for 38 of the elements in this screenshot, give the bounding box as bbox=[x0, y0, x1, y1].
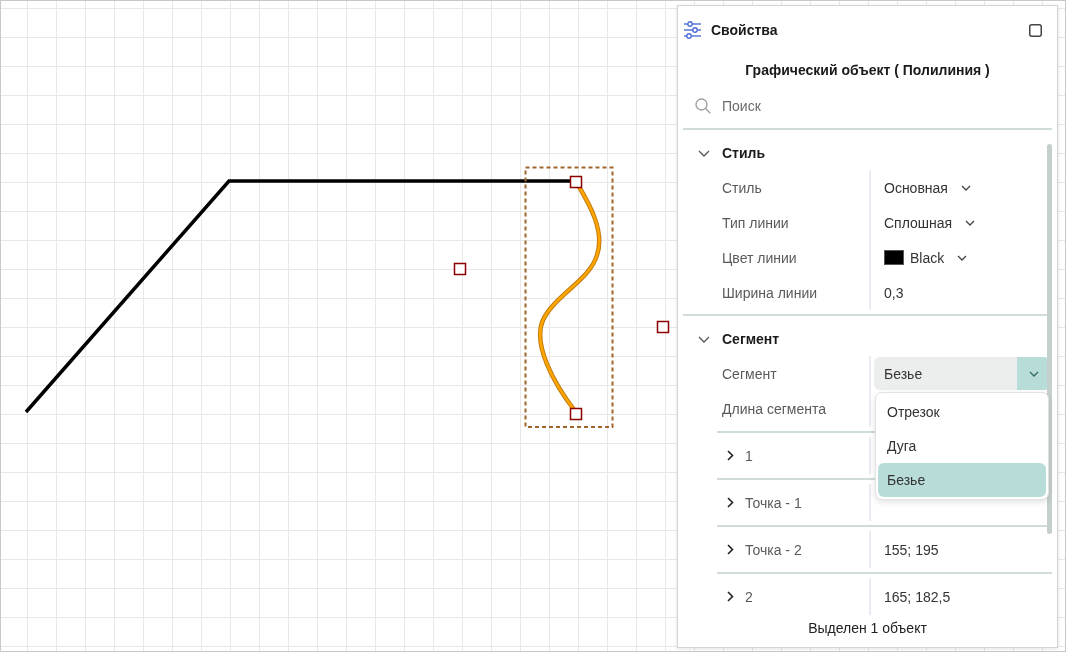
object-title: Графический объект ( Полилиния ) bbox=[744, 61, 991, 80]
property-label: Стиль bbox=[722, 178, 763, 198]
expandable-row[interactable]: Точка - 1 bbox=[717, 480, 869, 525]
caret-down-icon bbox=[957, 254, 968, 261]
section-header[interactable]: Сегмент bbox=[678, 322, 780, 356]
expandable-row[interactable]: Точка - 2 bbox=[717, 527, 869, 572]
property-label: Ширина линии bbox=[722, 283, 819, 303]
caret-down-icon bbox=[965, 219, 976, 226]
color-dropdown[interactable]: Black bbox=[884, 249, 968, 266]
property-label: Длина сегмента bbox=[722, 399, 827, 419]
point-handle[interactable] bbox=[656, 320, 670, 334]
sliders-icon bbox=[683, 21, 702, 39]
caret-down-icon bbox=[1028, 370, 1039, 377]
expandable-row[interactable]: 1 bbox=[717, 433, 869, 478]
search-field[interactable]: Поиск bbox=[722, 96, 1049, 116]
panel-title: Свойства bbox=[711, 22, 779, 38]
dropdown-option[interactable]: Безье bbox=[878, 463, 1046, 497]
property-label: Сегмент bbox=[722, 364, 778, 384]
point-handle[interactable] bbox=[569, 175, 583, 189]
property-value: 155; 195 bbox=[884, 541, 939, 558]
dropdown-option[interactable]: Дуга bbox=[878, 429, 1046, 463]
status-text: Выделен 1 объект bbox=[807, 619, 928, 638]
dropdown[interactable]: Сплошная bbox=[884, 214, 976, 231]
caret-down-icon bbox=[960, 184, 971, 191]
dropdown[interactable]: Основная bbox=[884, 179, 971, 196]
scrollbar[interactable] bbox=[1047, 144, 1052, 534]
search-icon bbox=[695, 98, 711, 114]
property-label: Цвет линии bbox=[722, 248, 798, 268]
dropdown-option[interactable]: Отрезок bbox=[878, 395, 1046, 429]
point-handle[interactable] bbox=[569, 407, 583, 421]
property-value: 165; 182,5 bbox=[884, 588, 951, 605]
property-value: 0,3 bbox=[884, 284, 904, 301]
point-handle[interactable] bbox=[453, 262, 467, 276]
expandable-row[interactable]: 2 bbox=[717, 574, 869, 619]
maximize-icon[interactable] bbox=[1029, 23, 1042, 37]
segment-select[interactable]: Безье bbox=[874, 357, 1050, 390]
property-label: Тип линии bbox=[722, 213, 790, 233]
section-header[interactable]: Стиль bbox=[678, 136, 766, 170]
